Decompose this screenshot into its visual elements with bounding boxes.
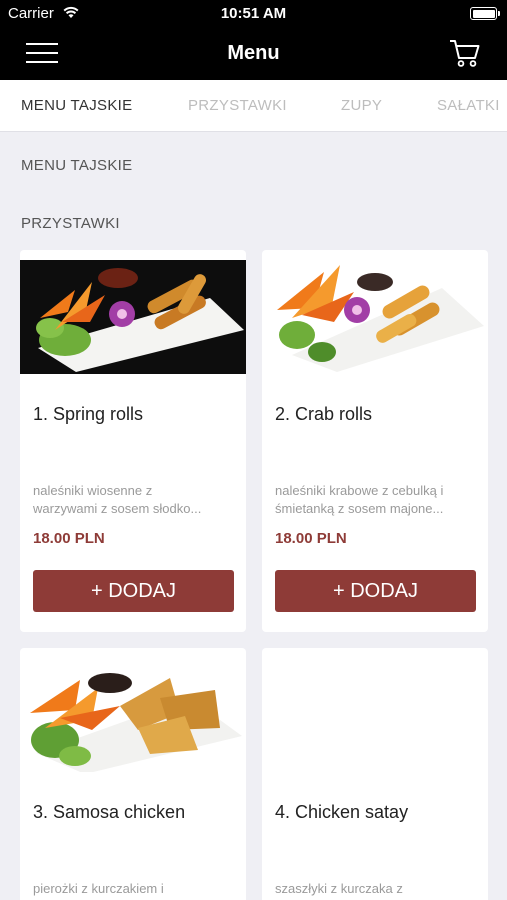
cart-icon[interactable]: [449, 38, 481, 68]
product-price: 18.00 PLN: [275, 530, 347, 547]
status-bar: Carrier 10:51 AM: [0, 0, 507, 28]
tab-menu-tajskie[interactable]: MENU TAJSKIE: [21, 97, 132, 114]
product-image: [20, 260, 246, 374]
product-card[interactable]: 1. Spring rolls naleśniki wiosenne z war…: [20, 250, 246, 632]
page-title: Menu: [227, 42, 280, 64]
product-card[interactable]: 3. Samosa chicken pierożki z kurczakiem …: [20, 648, 246, 900]
add-to-cart-button[interactable]: + DODAJ: [33, 570, 234, 612]
product-name: 2. Crab rolls: [275, 404, 373, 424]
status-time: 10:51 AM: [220, 5, 287, 22]
product-description: pierożki z kurczakiem i: [33, 881, 164, 896]
category-tabs: MENU TAJSKIE PRZYSTAWKI ZUPY SAŁATKI: [0, 80, 507, 132]
product-name: 1. Spring rolls: [33, 404, 144, 424]
product-price: 18.00 PLN: [33, 530, 105, 547]
subcategory-heading: PRZYSTAWKI: [21, 215, 120, 232]
tab-przystawki[interactable]: PRZYSTAWKI: [188, 97, 287, 114]
nav-bar: Menu: [0, 28, 507, 80]
category-heading: MENU TAJSKIE: [21, 157, 133, 174]
product-image: [262, 260, 488, 374]
product-name: 3. Samosa chicken: [33, 802, 186, 822]
tab-salatki[interactable]: SAŁATKI: [437, 97, 500, 114]
product-description: naleśniki krabowe z cebulką i śmietanką …: [275, 483, 444, 516]
tab-zupy[interactable]: ZUPY: [341, 97, 382, 114]
product-image: [20, 658, 246, 772]
product-description: naleśniki wiosenne z warzywami z sosem s…: [33, 483, 202, 516]
product-card[interactable]: 4. Chicken satay szaszłyki z kurczaka z: [262, 648, 488, 900]
product-description: szaszłyki z kurczaka z: [275, 881, 403, 896]
product-name: 4. Chicken satay: [275, 802, 409, 822]
add-to-cart-button[interactable]: + DODAJ: [275, 570, 476, 612]
product-card[interactable]: 2. Crab rolls naleśniki krabowe z cebulk…: [262, 250, 488, 632]
battery-icon: [470, 7, 500, 20]
